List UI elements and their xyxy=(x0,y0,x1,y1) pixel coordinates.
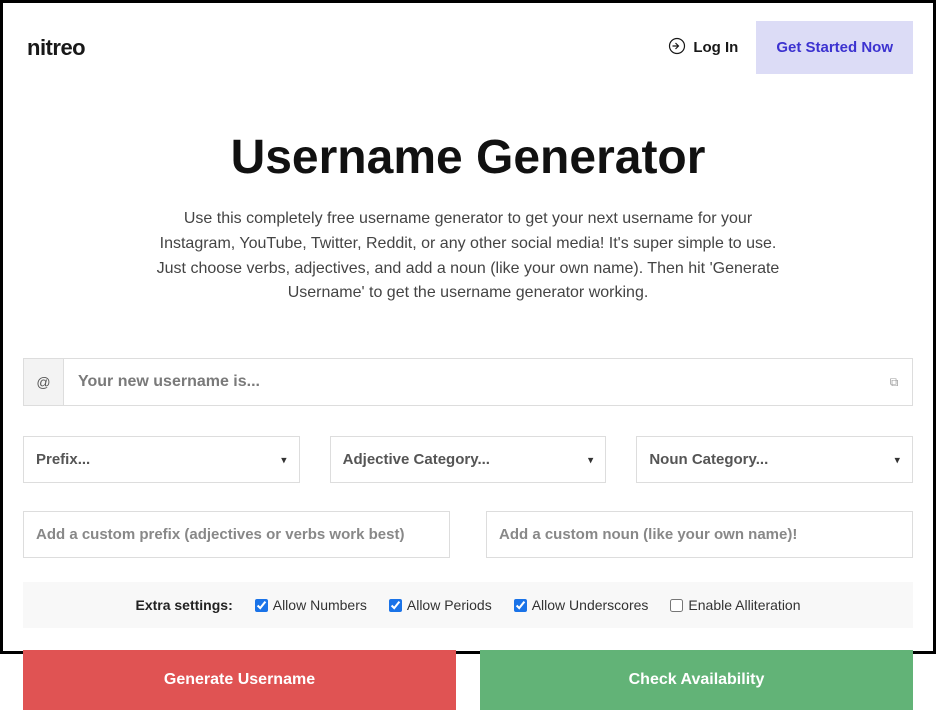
header-right: Log In Get Started Now xyxy=(668,21,913,74)
prefix-select-wrap: Prefix... ▾ xyxy=(23,436,300,483)
allow-periods-checkbox[interactable]: Allow Periods xyxy=(389,597,492,613)
buttons-row: Generate Username Check Availability xyxy=(23,650,913,710)
logo[interactable]: nitreo xyxy=(27,35,85,61)
page-title: Username Generator xyxy=(23,130,913,185)
generate-button[interactable]: Generate Username xyxy=(23,650,456,710)
adjective-select-wrap: Adjective Category... ▾ xyxy=(330,436,607,483)
custom-prefix-input[interactable] xyxy=(23,511,450,558)
custom-row xyxy=(23,511,913,558)
prefix-select[interactable]: Prefix... xyxy=(24,437,299,482)
adjective-select[interactable]: Adjective Category... xyxy=(331,437,606,482)
custom-noun-input[interactable] xyxy=(486,511,913,558)
login-label: Log In xyxy=(693,39,738,56)
extra-settings: Extra settings: Allow Numbers Allow Peri… xyxy=(23,582,913,628)
noun-select-wrap: Noun Category... ▾ xyxy=(636,436,913,483)
header: nitreo Log In Get Started Now xyxy=(3,3,933,84)
allow-underscores-input[interactable] xyxy=(514,599,527,612)
allow-numbers-input[interactable] xyxy=(255,599,268,612)
at-symbol: @ xyxy=(24,359,64,405)
enable-alliteration-checkbox[interactable]: Enable Alliteration xyxy=(670,597,800,613)
allow-numbers-checkbox[interactable]: Allow Numbers xyxy=(255,597,367,613)
enable-alliteration-input[interactable] xyxy=(670,599,683,612)
allow-periods-input[interactable] xyxy=(389,599,402,612)
username-output[interactable] xyxy=(64,359,876,405)
get-started-button[interactable]: Get Started Now xyxy=(756,21,913,74)
login-link[interactable]: Log In xyxy=(668,37,738,59)
check-availability-button[interactable]: Check Availability xyxy=(480,650,913,710)
extra-settings-label: Extra settings: xyxy=(135,597,232,613)
copy-icon[interactable]: ⧉ xyxy=(876,359,912,405)
main: Username Generator Use this completely f… xyxy=(3,84,933,710)
allow-underscores-checkbox[interactable]: Allow Underscores xyxy=(514,597,649,613)
login-icon xyxy=(668,37,686,59)
noun-select[interactable]: Noun Category... xyxy=(637,437,912,482)
page-description: Use this completely free username genera… xyxy=(148,207,788,306)
username-row: @ ⧉ xyxy=(23,358,913,406)
selects-row: Prefix... ▾ Adjective Category... ▾ Noun… xyxy=(23,436,913,483)
